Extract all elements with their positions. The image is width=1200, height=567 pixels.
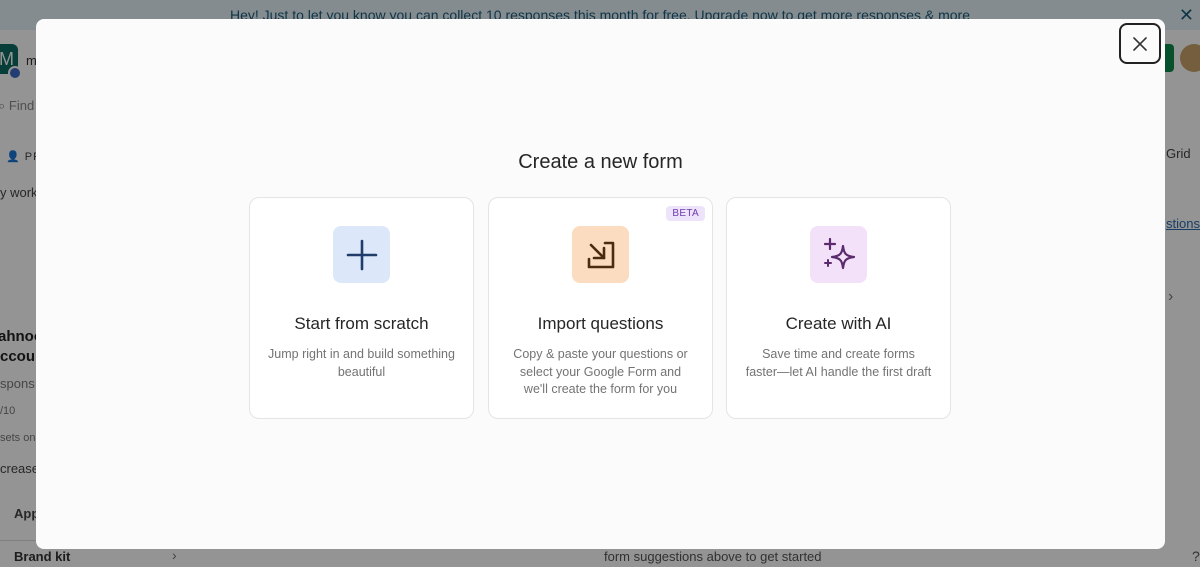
beta-badge: BETA bbox=[666, 206, 705, 221]
create-with-ai-card[interactable]: Create with AI Save time and create form… bbox=[726, 197, 951, 419]
card-description: Jump right in and build something beauti… bbox=[268, 347, 455, 379]
close-icon bbox=[1133, 36, 1147, 51]
import-questions-card[interactable]: BETA Import questions Copy & paste your … bbox=[488, 197, 713, 419]
create-form-modal: Create a new form Start from scratch Jum… bbox=[36, 19, 1165, 549]
card-title: Start from scratch bbox=[294, 314, 429, 333]
import-arrow-icon bbox=[587, 241, 614, 268]
start-from-scratch-card[interactable]: Start from scratch Jump right in and bui… bbox=[249, 197, 474, 419]
card-icon-container bbox=[572, 226, 629, 283]
sparkles-icon bbox=[823, 237, 855, 269]
card-title: Import questions bbox=[537, 314, 664, 333]
card-description: Copy & paste your questions or select yo… bbox=[513, 347, 688, 396]
card-description: Save time and create forms faster—let AI… bbox=[745, 347, 932, 379]
close-button[interactable] bbox=[1119, 23, 1161, 64]
modal-title: Create a new form bbox=[518, 151, 683, 173]
card-icon-container bbox=[333, 226, 390, 283]
card-icon-container bbox=[810, 226, 867, 283]
card-title: Create with AI bbox=[785, 314, 892, 333]
plus-icon bbox=[346, 239, 377, 270]
